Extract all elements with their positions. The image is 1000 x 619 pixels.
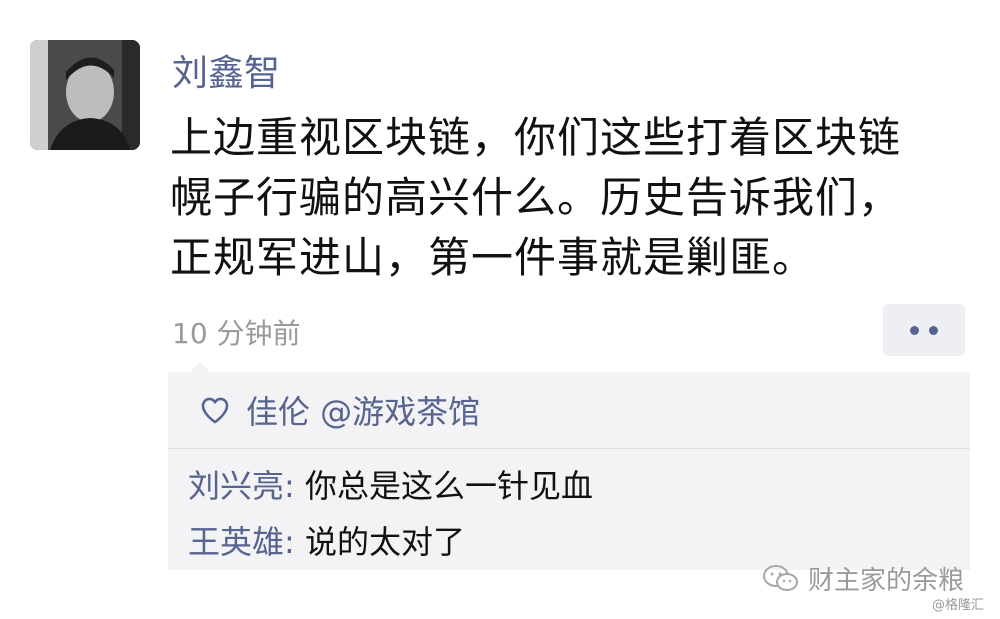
moments-post: 刘鑫智 上边重视区块链，你们这些打着区块链 幌子行骗的高兴什么。历史告诉我们， … (0, 0, 1000, 619)
more-dot-icon (910, 325, 919, 335)
comment-row[interactable]: 王英雄: 说的太对了 (188, 514, 593, 570)
post-content-line: 正规军进山，第一件事就是剿匪。 (170, 233, 816, 282)
post-content-line: 幌子行骗的高兴什么。历史告诉我们， (170, 173, 902, 222)
comment-separator: : (284, 467, 305, 505)
likes-row: 佳伦 @游戏茶馆 (168, 372, 970, 449)
comment-row[interactable]: 刘兴亮: 你总是这么一针见血 (188, 458, 593, 514)
post-content: 上边重视区块链，你们这些打着区块链 幌子行骗的高兴什么。历史告诉我们， 正规军进… (170, 108, 970, 288)
avatar-photo (30, 40, 140, 150)
comment-author[interactable]: 刘兴亮 (188, 467, 284, 505)
more-dot-icon (929, 325, 938, 335)
watermark: 财主家的余粮 (762, 560, 964, 597)
more-options-button[interactable] (883, 304, 965, 356)
comment-text: 说的太对了 (304, 523, 465, 561)
comment-separator: : (284, 523, 305, 561)
post-timestamp: 10 分钟前 (172, 317, 301, 350)
author-name[interactable]: 刘鑫智 (172, 44, 280, 96)
avatar[interactable] (30, 40, 140, 150)
likes-names[interactable]: 佳伦 @游戏茶馆 (246, 387, 480, 433)
comments-list: 刘兴亮: 你总是这么一针见血 王英雄: 说的太对了 (188, 458, 593, 570)
comment-text: 你总是这么一针见血 (304, 467, 593, 505)
comment-author[interactable]: 王英雄 (188, 523, 284, 561)
interaction-panel: 佳伦 @游戏茶馆 刘兴亮: 你总是这么一针见血 王英雄: 说的太对了 (168, 362, 970, 570)
post-content-line: 上边重视区块链，你们这些打着区块链 (170, 113, 902, 162)
source-credit: @格隆汇 (931, 598, 984, 613)
heart-icon (201, 397, 229, 424)
wechat-icon (762, 564, 798, 591)
watermark-text: 财主家的余粮 (807, 566, 964, 596)
